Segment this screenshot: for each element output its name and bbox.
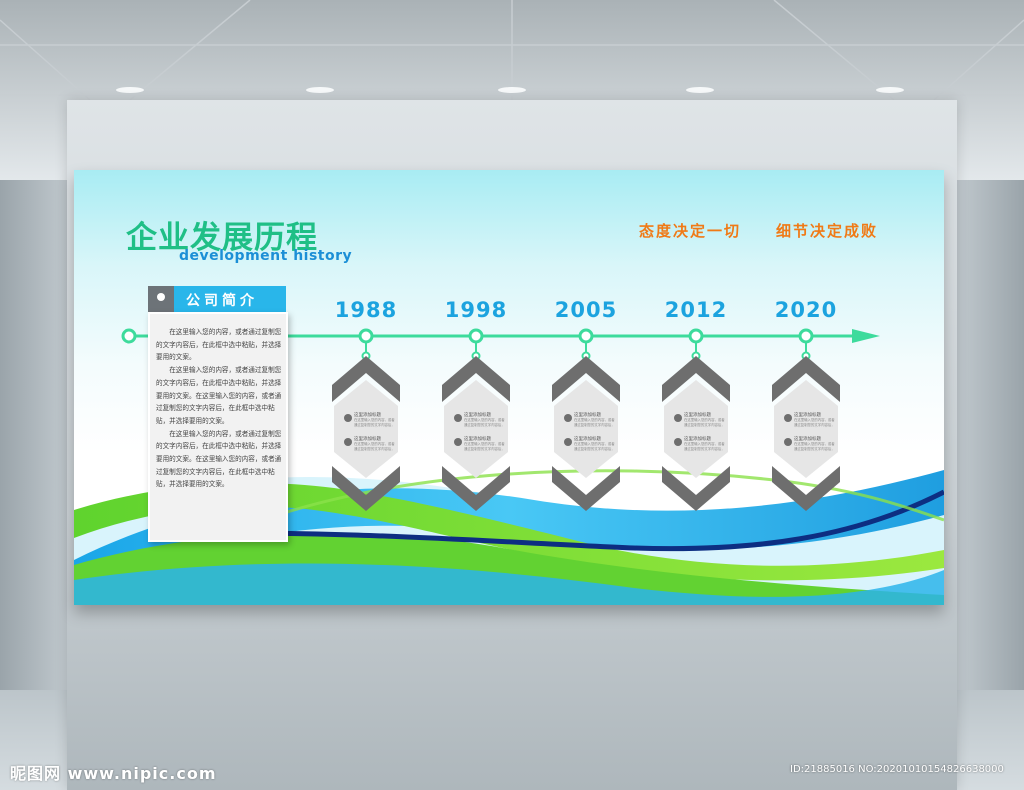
year-label: 2005 bbox=[554, 298, 618, 322]
hexagon-card bbox=[444, 380, 508, 478]
year-label: 1988 bbox=[334, 298, 398, 322]
year-label: 1998 bbox=[444, 298, 508, 322]
card-item: 这里添加标题在这里输入您的内容，或者通过复制您的文字内容后，在此框中选中粘贴，并… bbox=[464, 412, 506, 428]
item-icon bbox=[784, 438, 792, 446]
item-icon bbox=[454, 438, 462, 446]
intro-text: 在这里输入您的内容，或者通过复制您的文字内容后，在此框中选中粘贴，并选择要用的文… bbox=[156, 326, 282, 491]
item-icon bbox=[454, 414, 462, 422]
watermark-site: 昵图网 www.nipic.com bbox=[10, 764, 217, 783]
hexagon-card bbox=[774, 380, 838, 478]
history-board: 企业发展历程 development history 态度决定一切 细节决定成败… bbox=[74, 170, 944, 605]
intro-paragraph: 在这里输入您的内容，或者通过复制您的文字内容后，在此框中选中粘贴，并选择要用的文… bbox=[156, 366, 282, 425]
card-item: 这里添加标题在这里输入您的内容，或者通过复制您的文字内容后，在此框中选中粘贴，并… bbox=[354, 436, 396, 452]
card-item-text: 在这里输入您的内容，或者通过复制您的文字内容后，在此框中选中粘贴，并选择要用的文… bbox=[464, 442, 505, 451]
watermark-id: ID:21885016 NO:20201010154826638000 bbox=[790, 764, 1004, 775]
card-item-text: 在这里输入您的内容，或者通过复制您的文字内容后，在此框中选中粘贴，并选择要用的文… bbox=[574, 442, 615, 451]
card-item: 这里添加标题在这里输入您的内容，或者通过复制您的文字内容后，在此框中选中粘贴，并… bbox=[574, 436, 616, 452]
card-item: 这里添加标题在这里输入您的内容，或者通过复制您的文字内容后，在此框中选中粘贴，并… bbox=[464, 436, 506, 452]
item-icon bbox=[674, 414, 682, 422]
intro-tab-label: 公司简介 bbox=[186, 293, 258, 309]
card-item: 这里添加标题在这里输入您的内容，或者通过复制您的文字内容后，在此框中选中粘贴，并… bbox=[684, 436, 726, 452]
card-item: 这里添加标题在这里输入您的内容，或者通过复制您的文字内容后，在此框中选中粘贴，并… bbox=[794, 412, 836, 428]
hexagon-card bbox=[334, 380, 398, 478]
intro-tab: 公司简介 bbox=[148, 286, 286, 312]
card-item-text: 在这里输入您的内容，或者通过复制您的文字内容后，在此框中选中粘贴，并选择要用的文… bbox=[794, 418, 835, 427]
card-item-text: 在这里输入您的内容，或者通过复制您的文字内容后，在此框中选中粘贴，并选择要用的文… bbox=[684, 442, 725, 451]
timeline-dot bbox=[578, 328, 594, 344]
timeline-arrow-icon bbox=[852, 329, 880, 343]
year-label: 2012 bbox=[664, 298, 728, 322]
card-item: 这里添加标题在这里输入您的内容，或者通过复制您的文字内容后，在此框中选中粘贴，并… bbox=[574, 412, 616, 428]
card-item-text: 在这里输入您的内容，或者通过复制您的文字内容后，在此框中选中粘贴，并选择要用的文… bbox=[794, 442, 835, 451]
item-icon bbox=[674, 438, 682, 446]
intro-paragraph: 在这里输入您的内容，或者通过复制您的文字内容后，在此框中选中粘贴，并选择要用的文… bbox=[156, 429, 282, 489]
hexagon-card bbox=[554, 380, 618, 478]
card-item: 这里添加标题在这里输入您的内容，或者通过复制您的文字内容后，在此框中选中粘贴，并… bbox=[794, 436, 836, 452]
card-item: 这里添加标题在这里输入您的内容，或者通过复制您的文字内容后，在此框中选中粘贴，并… bbox=[684, 412, 726, 428]
wall-right bbox=[954, 180, 1024, 690]
item-icon bbox=[784, 414, 792, 422]
item-icon bbox=[564, 414, 572, 422]
intro-card: 在这里输入您的内容，或者通过复制您的文字内容后，在此框中选中粘贴，并选择要用的文… bbox=[148, 312, 288, 542]
item-icon bbox=[564, 438, 572, 446]
item-icon bbox=[344, 414, 352, 422]
card-item-text: 在这里输入您的内容，或者通过复制您的文字内容后，在此框中选中粘贴，并选择要用的文… bbox=[684, 418, 725, 427]
card-item-text: 在这里输入您的内容，或者通过复制您的文字内容后，在此框中选中粘贴，并选择要用的文… bbox=[464, 418, 505, 427]
pin-icon bbox=[148, 286, 174, 312]
timeline-start-dot bbox=[121, 328, 137, 344]
item-icon bbox=[344, 438, 352, 446]
card-item-text: 在这里输入您的内容，或者通过复制您的文字内容后，在此框中选中粘贴，并选择要用的文… bbox=[354, 442, 395, 451]
card-item-text: 在这里输入您的内容，或者通过复制您的文字内容后，在此框中选中粘贴，并选择要用的文… bbox=[354, 418, 395, 427]
card-item-text: 在这里输入您的内容，或者通过复制您的文字内容后，在此框中选中粘贴，并选择要用的文… bbox=[574, 418, 615, 427]
timeline-dot bbox=[358, 328, 374, 344]
timeline-dot bbox=[688, 328, 704, 344]
card-item: 这里添加标题在这里输入您的内容，或者通过复制您的文字内容后，在此框中选中粘贴，并… bbox=[354, 412, 396, 428]
year-label: 2020 bbox=[774, 298, 838, 322]
timeline-dot bbox=[468, 328, 484, 344]
intro-paragraph: 在这里输入您的内容，或者通过复制您的文字内容后，在此框中选中粘贴，并选择要用的文… bbox=[156, 328, 282, 362]
wall-left bbox=[0, 180, 70, 690]
hexagon-card bbox=[664, 380, 728, 478]
timeline-dot bbox=[798, 328, 814, 344]
